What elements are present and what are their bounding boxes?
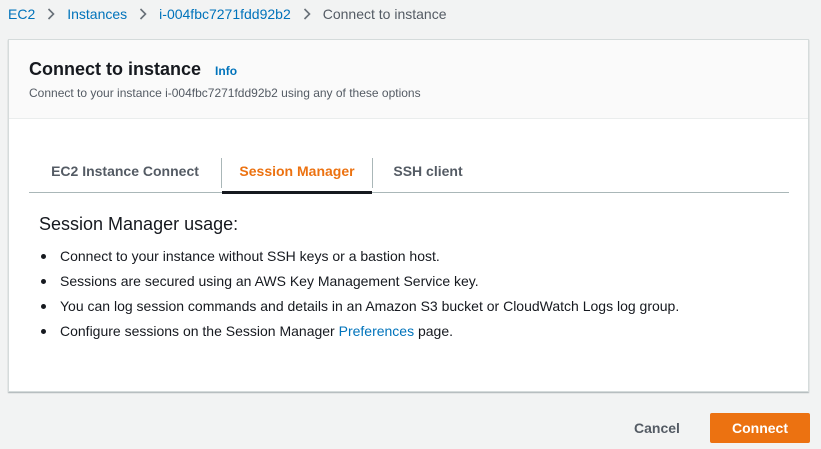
info-link[interactable]: Info [215,64,237,78]
breadcrumb-instance-id[interactable]: i-004fbc7271fdd92b2 [159,6,291,22]
page-title: Connect to instance [29,59,202,79]
usage-list: Connect to your instance without SSH key… [39,248,779,348]
panel-title-row: Connect to instance Info [29,59,788,80]
breadcrumb-instances[interactable]: Instances [67,6,127,22]
pref-prefix: Configure sessions on the Session Manage… [60,323,339,339]
tab-ec2-instance-connect[interactable]: EC2 Instance Connect [29,148,221,193]
chevron-right-icon [139,8,147,20]
list-item: You can log session commands and details… [39,298,779,323]
panel-description: Connect to your instance i-004fbc7271fdd… [29,86,421,100]
cancel-button[interactable]: Cancel [618,413,696,443]
session-manager-usage: Session Manager usage: Connect to your i… [39,214,779,348]
list-item: Sessions are secured using an AWS Key Ma… [39,273,779,298]
list-item: Connect to your instance without SSH key… [39,248,779,273]
breadcrumb-ec2[interactable]: EC2 [8,6,35,22]
pref-suffix: page. [414,323,454,339]
tab-session-manager[interactable]: Session Manager [222,148,372,194]
breadcrumb-current: Connect to instance [322,6,447,22]
preferences-link[interactable]: Preferences [339,323,414,339]
chevron-right-icon [47,8,55,20]
connect-button[interactable]: Connect [710,413,810,443]
list-item: Configure sessions on the Session Manage… [39,323,779,348]
connect-panel: Connect to instance Info Connect to your… [8,39,809,392]
chevron-right-icon [303,8,311,20]
tab-ssh-client[interactable]: SSH client [373,148,483,193]
usage-title: Session Manager usage: [39,214,239,234]
panel-header: Connect to instance Info Connect to your… [9,40,808,119]
connection-tabs: EC2 Instance Connect Session Manager SSH… [29,148,789,194]
breadcrumb: EC2 Instances i-004fbc7271fdd92b2 Connec… [8,5,446,23]
